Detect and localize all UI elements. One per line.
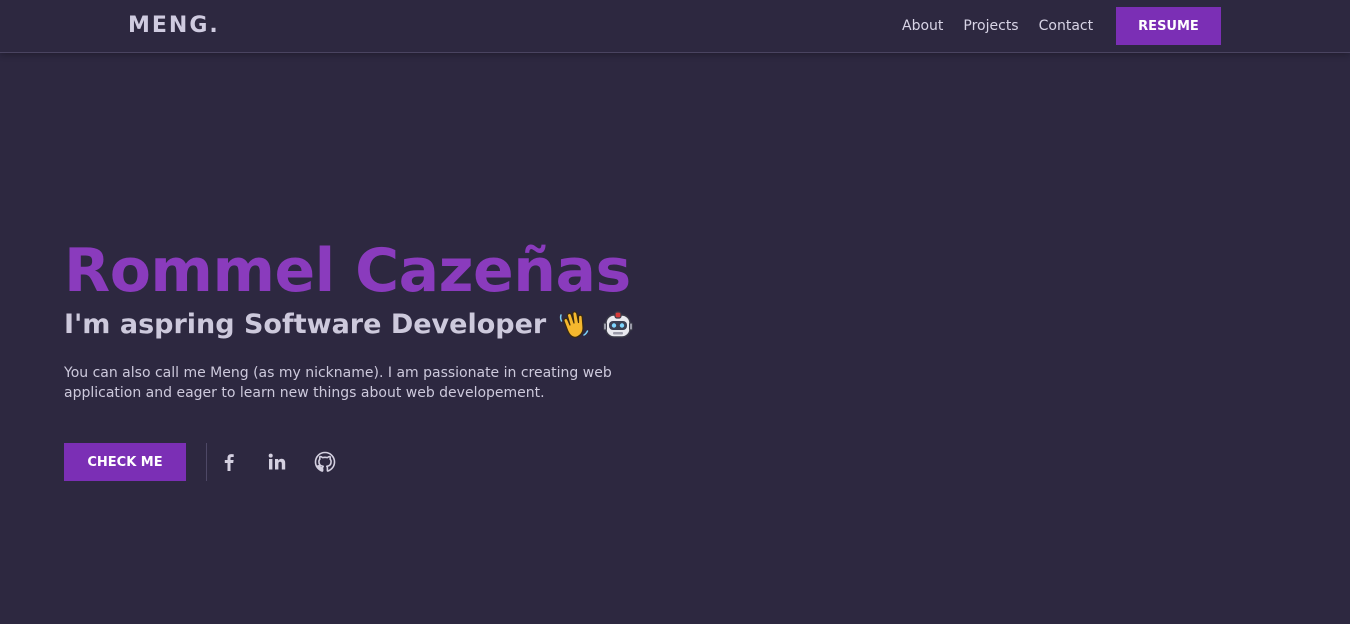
logo[interactable]: MENG. [128, 13, 220, 38]
hero-description: You can also call me Meng (as my nicknam… [64, 365, 612, 401]
nav-link-about[interactable]: About [902, 17, 943, 35]
nav-link-contact[interactable]: Contact [1039, 17, 1093, 35]
linkedin-icon[interactable] [265, 450, 289, 474]
navbar: MENG. About Projects Contact RESUME [0, 0, 1350, 53]
hero-name: Rommel Cazeñas [64, 236, 631, 306]
github-icon[interactable] [313, 450, 337, 474]
hero-subtitle-text: I'm aspring Software Developer [64, 309, 547, 340]
resume-button[interactable]: RESUME [1116, 7, 1221, 45]
waving-hand-icon [558, 309, 590, 341]
robot-icon [602, 309, 634, 341]
nav-links: About Projects Contact [902, 17, 1093, 35]
divider [206, 443, 207, 481]
nav-link-projects[interactable]: Projects [963, 17, 1018, 35]
hero-subtitle: I'm aspring Software Developer [64, 307, 634, 343]
facebook-icon[interactable] [217, 450, 241, 474]
check-me-button[interactable]: CHECK ME [64, 443, 186, 481]
